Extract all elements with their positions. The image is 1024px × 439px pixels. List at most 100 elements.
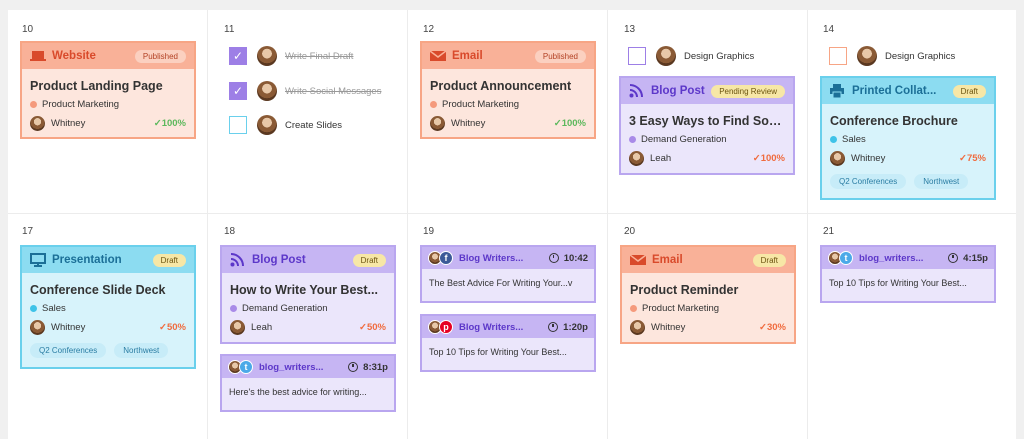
- envelope-icon: [629, 253, 647, 267]
- card-type-label: Blog Post: [651, 85, 705, 97]
- task-item[interactable]: Design Graphics: [628, 46, 754, 66]
- social-post-twitter[interactable]: t blog_writers... 8:31p Here's the best …: [220, 354, 396, 412]
- owner-name: Whitney: [51, 322, 86, 333]
- social-account: blog_writers...: [859, 252, 924, 264]
- content-card-presentation[interactable]: Presentation Draft Conference Slide Deck…: [20, 245, 196, 369]
- card-title: Conference Brochure: [830, 114, 958, 128]
- tag[interactable]: Q2 Conferences: [30, 343, 107, 358]
- tag[interactable]: Northwest: [914, 174, 969, 189]
- printer-icon: [830, 84, 846, 99]
- category-dot: [30, 101, 37, 108]
- task-item[interactable]: ✓ Write Social Messages: [229, 81, 381, 101]
- card-title: How to Write Your Best...: [230, 283, 378, 297]
- social-post-twitter[interactable]: t blog_writers... 4:15p Top 10 Tips for …: [820, 245, 996, 303]
- progress-value: 50%: [166, 322, 186, 333]
- card-type-label: Email: [652, 254, 683, 266]
- envelope-icon: [429, 49, 447, 63]
- category-dot: [630, 305, 637, 312]
- task-label: Design Graphics: [684, 50, 755, 62]
- card-type-label: Blog Post: [252, 254, 306, 266]
- rss-icon: [230, 253, 246, 267]
- social-post-facebook[interactable]: f Blog Writers... 10:42 The Best Advice …: [420, 245, 596, 303]
- category-label: Demand Generation: [242, 303, 328, 314]
- status-badge: Draft: [152, 253, 186, 267]
- category-label: Product Marketing: [42, 99, 120, 110]
- category-dot: [629, 136, 636, 143]
- category-label: Product Marketing: [442, 99, 520, 110]
- owner-name: Whitney: [451, 118, 486, 129]
- progress-check-icon: ✓: [959, 153, 967, 164]
- checkbox[interactable]: [628, 47, 646, 65]
- day-number: 20: [624, 226, 636, 237]
- tag[interactable]: Q2 Conferences: [830, 174, 907, 189]
- task-item[interactable]: Design Graphics: [829, 46, 955, 66]
- owner-name: Whitney: [51, 118, 86, 129]
- calendar-board: 10 11 12 13 14 17 18 19 20 21 Website Pu…: [8, 10, 1016, 439]
- task-item[interactable]: Create Slides: [229, 115, 342, 135]
- card-header: Printed Collat... Draft: [822, 78, 994, 104]
- clock-icon: [548, 253, 559, 263]
- card-title: 3 Easy Ways to Find Social...: [629, 114, 785, 128]
- content-card-email[interactable]: Email Draft Product Reminder Product Mar…: [620, 245, 796, 344]
- category-label: Sales: [42, 303, 66, 314]
- status-badge: Pending Review: [711, 84, 785, 98]
- social-text: The Best Advice For Writing Your...v: [429, 278, 573, 288]
- presentation-icon: [30, 253, 46, 267]
- checkbox[interactable]: [829, 47, 847, 65]
- row-divider: [8, 213, 1016, 214]
- clock-icon: [348, 362, 359, 372]
- avatar: [257, 81, 277, 101]
- card-header: Blog Post Draft: [222, 247, 394, 273]
- card-title: Product Landing Page: [30, 79, 163, 93]
- task-item[interactable]: ✓ Write Final Draft: [229, 46, 353, 66]
- card-type-label: Presentation: [52, 254, 122, 266]
- day-number: 14: [823, 24, 835, 35]
- social-header: t blog_writers... 4:15p: [822, 247, 994, 269]
- status-badge: Published: [134, 49, 186, 63]
- category-dot: [830, 136, 837, 143]
- card-type-label: Email: [452, 50, 483, 62]
- social-header: f Blog Writers... 10:42: [422, 247, 594, 269]
- avatar: [257, 115, 277, 135]
- scheduled-time: 8:31p: [363, 361, 388, 373]
- social-text: Here's the best advice for writing...: [229, 387, 367, 397]
- card-header: Email Draft: [622, 247, 794, 273]
- social-text: Top 10 Tips for Writing Your Best...: [429, 347, 567, 357]
- card-title: Conference Slide Deck: [30, 283, 166, 297]
- category-dot: [30, 305, 37, 312]
- owner-name: Leah: [251, 322, 273, 333]
- social-header: p Blog Writers... 1:20p: [422, 316, 594, 338]
- column-divider: [807, 10, 808, 439]
- checkbox-checked[interactable]: ✓: [229, 47, 247, 65]
- column-divider: [207, 10, 208, 439]
- content-card-website[interactable]: Website Published Product Landing Page P…: [20, 41, 196, 139]
- day-number: 12: [423, 24, 435, 35]
- checkbox-checked[interactable]: ✓: [229, 82, 247, 100]
- clock-icon: [548, 322, 559, 332]
- day-number: 18: [224, 226, 236, 237]
- progress-value: 100%: [161, 118, 186, 129]
- category-dot: [430, 101, 437, 108]
- day-number: 21: [823, 226, 835, 237]
- day-number: 17: [22, 226, 34, 237]
- progress-check-icon: ✓: [359, 322, 367, 333]
- card-type-label: Printed Collat...: [852, 85, 937, 97]
- day-number: 11: [224, 24, 235, 35]
- checkbox[interactable]: [229, 116, 247, 134]
- social-header: t blog_writers... 8:31p: [222, 356, 394, 378]
- content-card-blog-post[interactable]: Blog Post Pending Review 3 Easy Ways to …: [619, 76, 795, 175]
- progress-check-icon: ✓: [752, 153, 761, 164]
- social-account: Blog Writers...: [459, 321, 524, 333]
- social-post-pinterest[interactable]: p Blog Writers... 1:20p Top 10 Tips for …: [420, 314, 596, 372]
- content-card-email[interactable]: Email Published Product Announcement Pro…: [420, 41, 596, 139]
- progress-check-icon: ✓: [553, 118, 562, 129]
- rss-icon: [629, 84, 645, 98]
- avatar: [230, 320, 245, 335]
- tag[interactable]: Northwest: [114, 343, 169, 358]
- content-card-blog-post[interactable]: Blog Post Draft How to Write Your Best..…: [220, 245, 396, 344]
- avatar: [630, 320, 645, 335]
- card-title: Product Announcement: [430, 79, 572, 93]
- content-card-printed-collateral[interactable]: Printed Collat... Draft Conference Broch…: [820, 76, 996, 200]
- task-label: Design Graphics: [885, 50, 956, 62]
- laptop-icon: [30, 49, 46, 63]
